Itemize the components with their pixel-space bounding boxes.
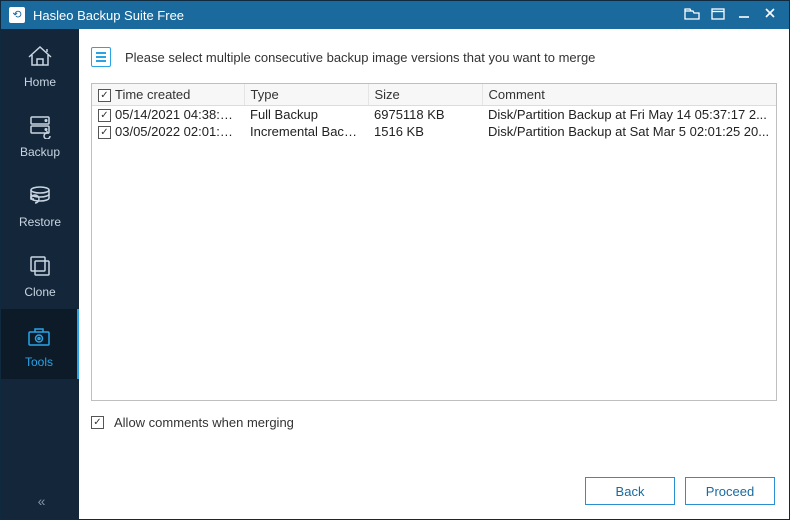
cell-value: Incremental Backup [250, 124, 365, 139]
cell-comment: Disk/Partition Backup at Fri May 14 05:3… [482, 106, 776, 124]
cell-value: Full Backup [250, 107, 318, 122]
back-button[interactable]: Back [585, 477, 675, 505]
col-header-label: Type [251, 87, 279, 102]
cell-value: 1516 KB [374, 124, 424, 139]
cell-value: Disk/Partition Backup at Fri May 14 05:3… [488, 107, 767, 122]
instruction-text: Please select multiple consecutive backu… [125, 50, 595, 65]
body: Home Backup Restore Clone [1, 29, 789, 519]
minimize-icon[interactable] [731, 7, 757, 24]
main-panel: Please select multiple consecutive backu… [79, 29, 789, 519]
cell-size: 1516 KB [368, 123, 482, 140]
tools-icon [24, 323, 54, 349]
app-icon: ⟲ [9, 7, 25, 23]
cell-value: 03/05/2022 02:01:29 ... [115, 124, 244, 139]
sidebar-item-home[interactable]: Home [1, 29, 79, 99]
collapse-sidebar-icon[interactable]: « [1, 485, 79, 519]
cell-time[interactable]: 05/14/2021 04:38:59 ... [92, 106, 244, 124]
list-icon [91, 47, 111, 67]
footer: Back Proceed [79, 465, 789, 519]
col-header-type[interactable]: Type [244, 84, 368, 106]
sidebar-item-tools[interactable]: Tools [1, 309, 79, 379]
cell-comment: Disk/Partition Backup at Sat Mar 5 02:01… [482, 123, 776, 140]
backup-icon [25, 113, 55, 139]
cell-value: 05/14/2021 04:38:59 ... [115, 107, 244, 122]
col-header-size[interactable]: Size [368, 84, 482, 106]
select-all-checkbox[interactable] [98, 89, 111, 102]
sidebar-item-restore[interactable]: Restore [1, 169, 79, 239]
table-row[interactable]: 03/05/2022 02:01:29 ... Incremental Back… [92, 123, 776, 140]
cell-type: Full Backup [244, 106, 368, 124]
col-header-label: Time created [115, 87, 190, 102]
backup-table[interactable]: Time created Type Size Comment 05/14/202… [91, 83, 777, 401]
sidebar-item-clone[interactable]: Clone [1, 239, 79, 309]
allow-comments-label: Allow comments when merging [114, 415, 294, 430]
cell-size: 6975118 KB [368, 106, 482, 124]
col-header-time[interactable]: Time created [92, 84, 244, 106]
close-icon[interactable] [757, 6, 783, 24]
sidebar-item-label: Restore [19, 215, 61, 229]
sidebar-item-label: Tools [25, 355, 53, 369]
titlebar[interactable]: ⟲ Hasleo Backup Suite Free [1, 1, 789, 29]
col-header-label: Size [375, 87, 400, 102]
cell-value: 6975118 KB [374, 107, 445, 122]
sidebar-item-backup[interactable]: Backup [1, 99, 79, 169]
allow-comments-checkbox[interactable] [91, 416, 104, 429]
instruction-row: Please select multiple consecutive backu… [79, 29, 789, 83]
clone-icon [25, 253, 55, 279]
open-icon[interactable] [679, 7, 705, 24]
app-title: Hasleo Backup Suite Free [33, 8, 679, 23]
cell-time[interactable]: 03/05/2022 02:01:29 ... [92, 123, 244, 140]
cell-value: Disk/Partition Backup at Sat Mar 5 02:01… [488, 124, 769, 139]
home-icon [25, 43, 55, 69]
sidebar-item-label: Home [24, 75, 56, 89]
row-checkbox[interactable] [98, 126, 111, 139]
cell-type: Incremental Backup [244, 123, 368, 140]
proceed-button[interactable]: Proceed [685, 477, 775, 505]
table-header-row[interactable]: Time created Type Size Comment [92, 84, 776, 106]
row-checkbox[interactable] [98, 109, 111, 122]
allow-comments-row[interactable]: Allow comments when merging [79, 401, 789, 430]
sidebar: Home Backup Restore Clone [1, 29, 79, 519]
restore-icon [25, 183, 55, 209]
window-icon[interactable] [705, 7, 731, 23]
col-header-label: Comment [489, 87, 545, 102]
sidebar-item-label: Backup [20, 145, 60, 159]
table-row[interactable]: 05/14/2021 04:38:59 ... Full Backup 6975… [92, 106, 776, 124]
col-header-comment[interactable]: Comment [482, 84, 776, 106]
sidebar-item-label: Clone [24, 285, 55, 299]
app-window: ⟲ Hasleo Backup Suite Free Home [0, 0, 790, 520]
